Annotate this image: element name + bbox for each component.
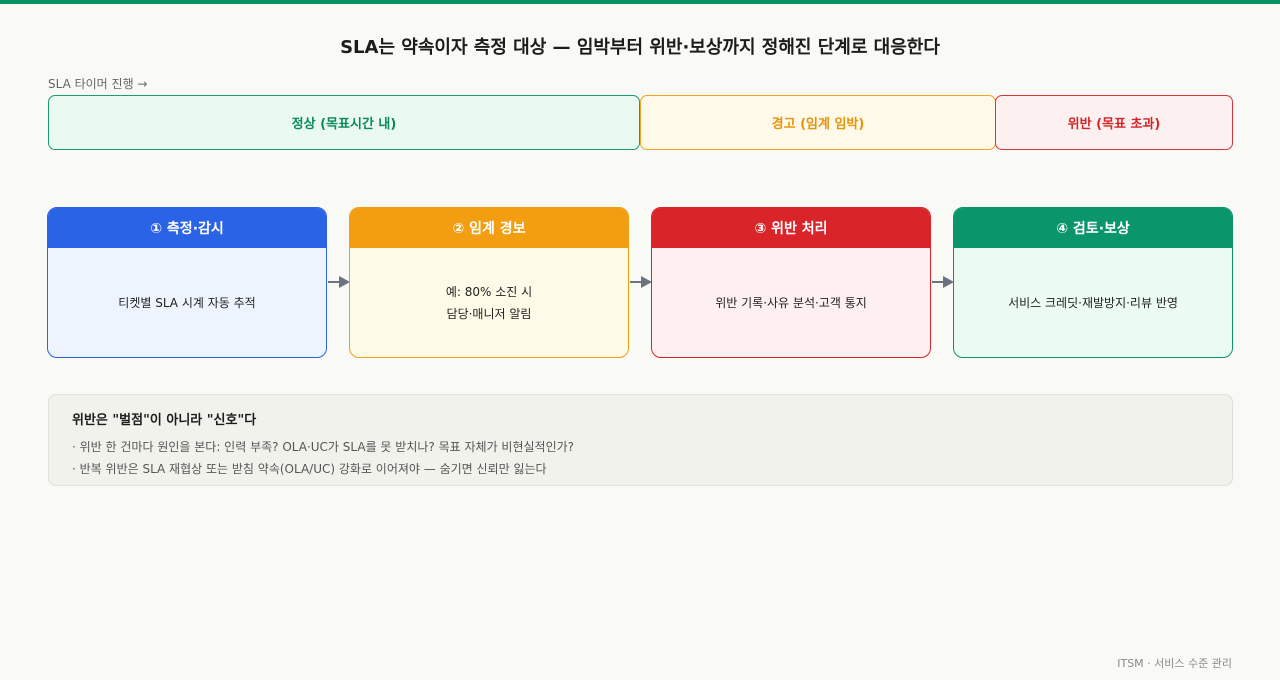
note-box: 위반은 "벌점"이 아니라 "신호"다 · 위반 한 건마다 원인을 본다: 인… xyxy=(48,394,1233,486)
step-card-text: 서비스 크레딧·재발방지·리뷰 반영 xyxy=(1008,295,1178,310)
step-card-body: 예: 80% 소진 시 담당·매니저 알림 xyxy=(350,248,628,357)
step-card-title: ④ 검토·보상 xyxy=(954,208,1232,248)
arrow-right-icon xyxy=(328,276,350,288)
step-card-text: 티켓별 SLA 시계 자동 추적 xyxy=(118,295,256,310)
step-card-title: ③ 위반 처리 xyxy=(652,208,930,248)
arrow-right-icon xyxy=(932,276,954,288)
note-line: · 위반 한 건마다 원인을 본다: 인력 부족? OLA·UC가 SLA를 못… xyxy=(72,440,575,454)
note-title: 위반은 "벌점"이 아니라 "신호"다 xyxy=(72,413,257,428)
zone-normal-label: 정상 (목표시간 내) xyxy=(291,117,397,132)
step-card-body: 서비스 크레딧·재발방지·리뷰 반영 xyxy=(954,248,1232,357)
step-card-review: ④ 검토·보상 서비스 크레딧·재발방지·리뷰 반영 xyxy=(953,207,1233,358)
step-card-text: 위반 기록·사유 분석·고객 통지 xyxy=(715,295,867,310)
step-card-title: ② 임계 경보 xyxy=(350,208,628,248)
top-accent-bar xyxy=(0,0,1280,4)
step-card-title: ① 측정·감시 xyxy=(48,208,326,248)
zone-warning-label: 경고 (임계 임박) xyxy=(771,117,865,132)
sla-timer-label: SLA 타이머 진행 → xyxy=(48,77,148,91)
page-title: SLA는 약속이자 측정 대상 — 임박부터 위반·보상까지 정해진 단계로 대… xyxy=(340,37,940,58)
arrow-right-icon xyxy=(630,276,652,288)
zone-warning: 경고 (임계 임박) xyxy=(640,95,996,150)
note-line: · 반복 위반은 SLA 재협상 또는 받침 약속(OLA/UC) 강화로 이어… xyxy=(72,462,547,476)
footer-caption: ITSM · 서비스 수준 관리 xyxy=(1117,657,1232,670)
zone-breach-label: 위반 (목표 초과) xyxy=(1067,117,1161,132)
step-card-body: 위반 기록·사유 분석·고객 통지 xyxy=(652,248,930,357)
step-card-text: 담당·매니저 알림 xyxy=(446,306,532,321)
step-card-text: 예: 80% 소진 시 xyxy=(445,284,533,299)
step-card-body: 티켓별 SLA 시계 자동 추적 xyxy=(48,248,326,357)
step-card-measure: ① 측정·감시 티켓별 SLA 시계 자동 추적 xyxy=(47,207,327,358)
step-card-breach: ③ 위반 처리 위반 기록·사유 분석·고객 통지 xyxy=(651,207,931,358)
zone-normal: 정상 (목표시간 내) xyxy=(48,95,640,150)
step-card-alert: ② 임계 경보 예: 80% 소진 시 담당·매니저 알림 xyxy=(349,207,629,358)
zone-breach: 위반 (목표 초과) xyxy=(995,95,1233,150)
